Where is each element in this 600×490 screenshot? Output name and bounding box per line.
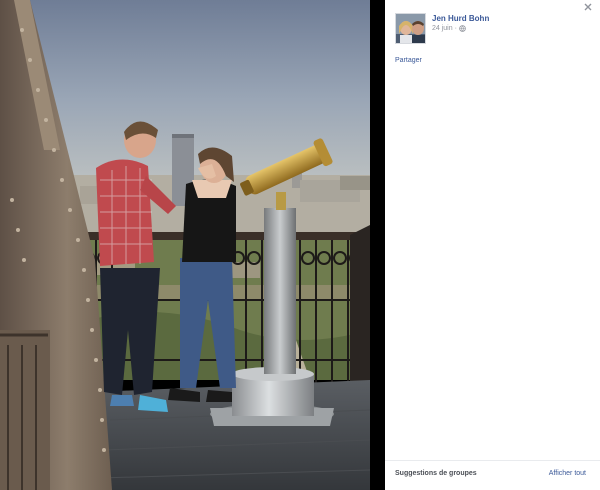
avatar[interactable]: [395, 13, 426, 44]
post-meta: 24 juin ·: [432, 25, 466, 32]
show-all-link[interactable]: Afficher tout: [549, 470, 586, 477]
share-link[interactable]: Partager: [395, 57, 422, 64]
globe-icon[interactable]: [459, 25, 466, 32]
photo-viewer: Jen Hurd Bohn 24 juin · Partager Suggest…: [0, 0, 600, 490]
post-header: Jen Hurd Bohn 24 juin ·: [395, 13, 585, 45]
meta-separator: ·: [454, 25, 457, 32]
panel-footer: Suggestions de groupes Afficher tout: [385, 460, 600, 490]
post-date[interactable]: 24 juin: [432, 25, 453, 32]
close-button[interactable]: [582, 1, 594, 13]
group-suggestions-label: Suggestions de groupes: [395, 470, 477, 477]
author-name[interactable]: Jen Hurd Bohn: [432, 14, 489, 23]
side-panel: Jen Hurd Bohn 24 juin · Partager Suggest…: [385, 0, 600, 490]
photo[interactable]: [0, 0, 370, 490]
close-icon: [584, 3, 592, 11]
photo-pane: [0, 0, 385, 490]
